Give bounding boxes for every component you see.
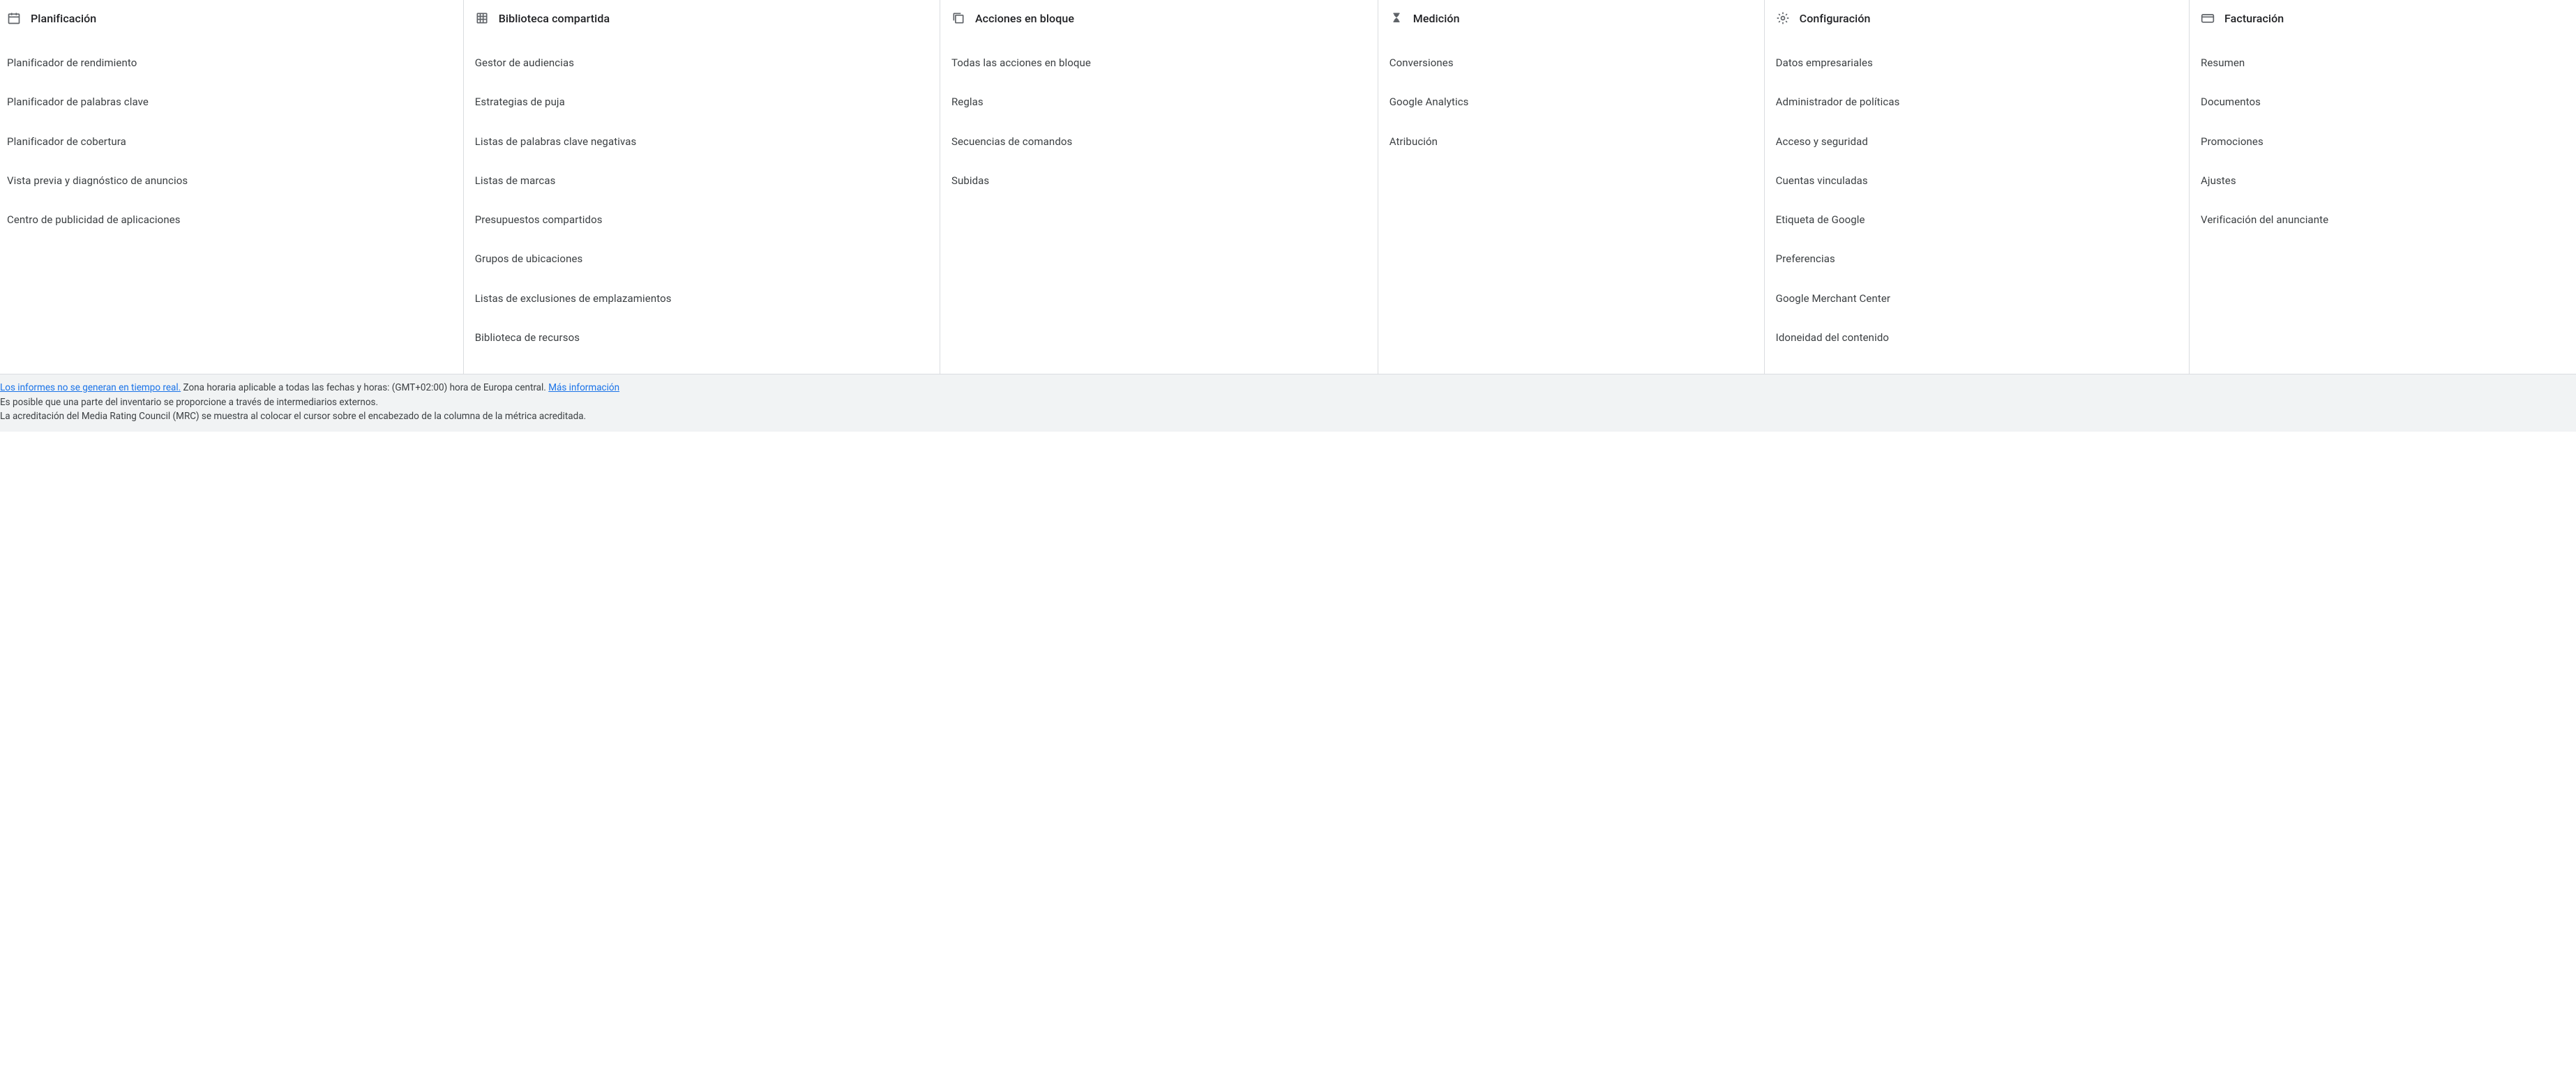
column-title: Biblioteca compartida <box>499 12 610 25</box>
bulk-actions-icon <box>951 11 965 25</box>
menu-item-idoneidad-contenido[interactable]: Idoneidad del contenido <box>1773 318 2180 357</box>
menu-item-documentos[interactable]: Documentos <box>2198 82 2568 121</box>
footer-line-3: La acreditación del Media Rating Council… <box>0 410 2576 425</box>
menu-item-merchant-center[interactable]: Google Merchant Center <box>1773 279 2180 318</box>
menu-item-secuencias-comandos[interactable]: Secuencias de comandos <box>949 122 1369 161</box>
menu-item-estrategias-puja[interactable]: Estrategias de puja <box>472 82 931 121</box>
reports-not-realtime-link[interactable]: Los informes no se generan en tiempo rea… <box>0 382 181 393</box>
billing-icon <box>2201 11 2215 25</box>
menu-item-etiqueta-google[interactable]: Etiqueta de Google <box>1773 200 2180 239</box>
menu-item-promociones[interactable]: Promociones <box>2198 122 2568 161</box>
hourglass-icon <box>1389 11 1403 25</box>
menu-item-preferencias[interactable]: Preferencias <box>1773 239 2180 278</box>
menu-item-vista-previa-diagnostico[interactable]: Vista previa y diagnóstico de anuncios <box>4 161 455 200</box>
column-header-acciones: Acciones en bloque <box>949 11 1369 33</box>
menu-item-acceso-seguridad[interactable]: Acceso y seguridad <box>1773 122 2180 161</box>
menu-item-biblioteca-recursos[interactable]: Biblioteca de recursos <box>472 318 931 357</box>
menu-item-administrador-politicas[interactable]: Administrador de políticas <box>1773 82 2180 121</box>
column-title: Acciones en bloque <box>975 12 1074 25</box>
column-header-biblioteca: Biblioteca compartida <box>472 11 931 33</box>
menu-item-atribucion[interactable]: Atribución <box>1387 122 1756 161</box>
menu-item-subidas[interactable]: Subidas <box>949 161 1369 200</box>
menu-item-gestor-audiencias[interactable]: Gestor de audiencias <box>472 43 931 82</box>
column-configuracion: Configuración Datos empresariales Admini… <box>1765 0 2190 374</box>
column-facturacion: Facturación Resumen Documentos Promocion… <box>2190 0 2576 374</box>
column-planificacion: Planificación Planificador de rendimient… <box>0 0 464 374</box>
calendar-icon <box>7 11 21 25</box>
menu-item-ajustes[interactable]: Ajustes <box>2198 161 2568 200</box>
menu-item-planificador-rendimiento[interactable]: Planificador de rendimiento <box>4 43 455 82</box>
column-header-configuracion: Configuración <box>1773 11 2180 33</box>
menu-item-todas-acciones-bloque[interactable]: Todas las acciones en bloque <box>949 43 1369 82</box>
footer-line-2: Es posible que una parte del inventario … <box>0 396 2576 411</box>
menu-item-google-analytics[interactable]: Google Analytics <box>1387 82 1756 121</box>
column-title: Medición <box>1413 12 1460 25</box>
menu-item-conversiones[interactable]: Conversiones <box>1387 43 1756 82</box>
gear-icon <box>1776 11 1790 25</box>
column-header-medicion: Medición <box>1387 11 1756 33</box>
menu-item-palabras-clave-negativas[interactable]: Listas de palabras clave negativas <box>472 122 931 161</box>
menu-item-centro-publicidad-apps[interactable]: Centro de publicidad de aplicaciones <box>4 200 455 239</box>
menu-item-cuentas-vinculadas[interactable]: Cuentas vinculadas <box>1773 161 2180 200</box>
menu-item-datos-empresariales[interactable]: Datos empresariales <box>1773 43 2180 82</box>
menu-item-reglas[interactable]: Reglas <box>949 82 1369 121</box>
menu-item-planificador-cobertura[interactable]: Planificador de cobertura <box>4 122 455 161</box>
menu-item-planificador-palabras-clave[interactable]: Planificador de palabras clave <box>4 82 455 121</box>
menu-item-verificacion-anunciante[interactable]: Verificación del anunciante <box>2198 200 2568 239</box>
column-title: Configuración <box>1800 12 1871 25</box>
more-info-link[interactable]: Más información <box>548 382 619 393</box>
timezone-text: Zona horaria aplicable a todas las fecha… <box>181 382 548 393</box>
column-header-planificacion: Planificación <box>4 11 455 33</box>
menu-item-exclusiones-emplazamientos[interactable]: Listas de exclusiones de emplazamientos <box>472 279 931 318</box>
library-icon <box>475 11 489 25</box>
column-biblioteca: Biblioteca compartida Gestor de audienci… <box>464 0 940 374</box>
menu-item-listas-marcas[interactable]: Listas de marcas <box>472 161 931 200</box>
footer-line-1: Los informes no se generan en tiempo rea… <box>0 381 2576 396</box>
column-title: Facturación <box>2224 12 2284 25</box>
menu-item-resumen[interactable]: Resumen <box>2198 43 2568 82</box>
column-header-facturacion: Facturación <box>2198 11 2568 33</box>
column-title: Planificación <box>31 12 96 25</box>
column-medicion: Medición Conversiones Google Analytics A… <box>1378 0 1765 374</box>
menu-item-grupos-ubicaciones[interactable]: Grupos de ubicaciones <box>472 239 931 278</box>
footer-info: Los informes no se generan en tiempo rea… <box>0 374 2576 432</box>
column-acciones: Acciones en bloque Todas las acciones en… <box>940 0 1378 374</box>
tools-mega-menu: Planificación Planificador de rendimient… <box>0 0 2576 374</box>
menu-item-presupuestos-compartidos[interactable]: Presupuestos compartidos <box>472 200 931 239</box>
